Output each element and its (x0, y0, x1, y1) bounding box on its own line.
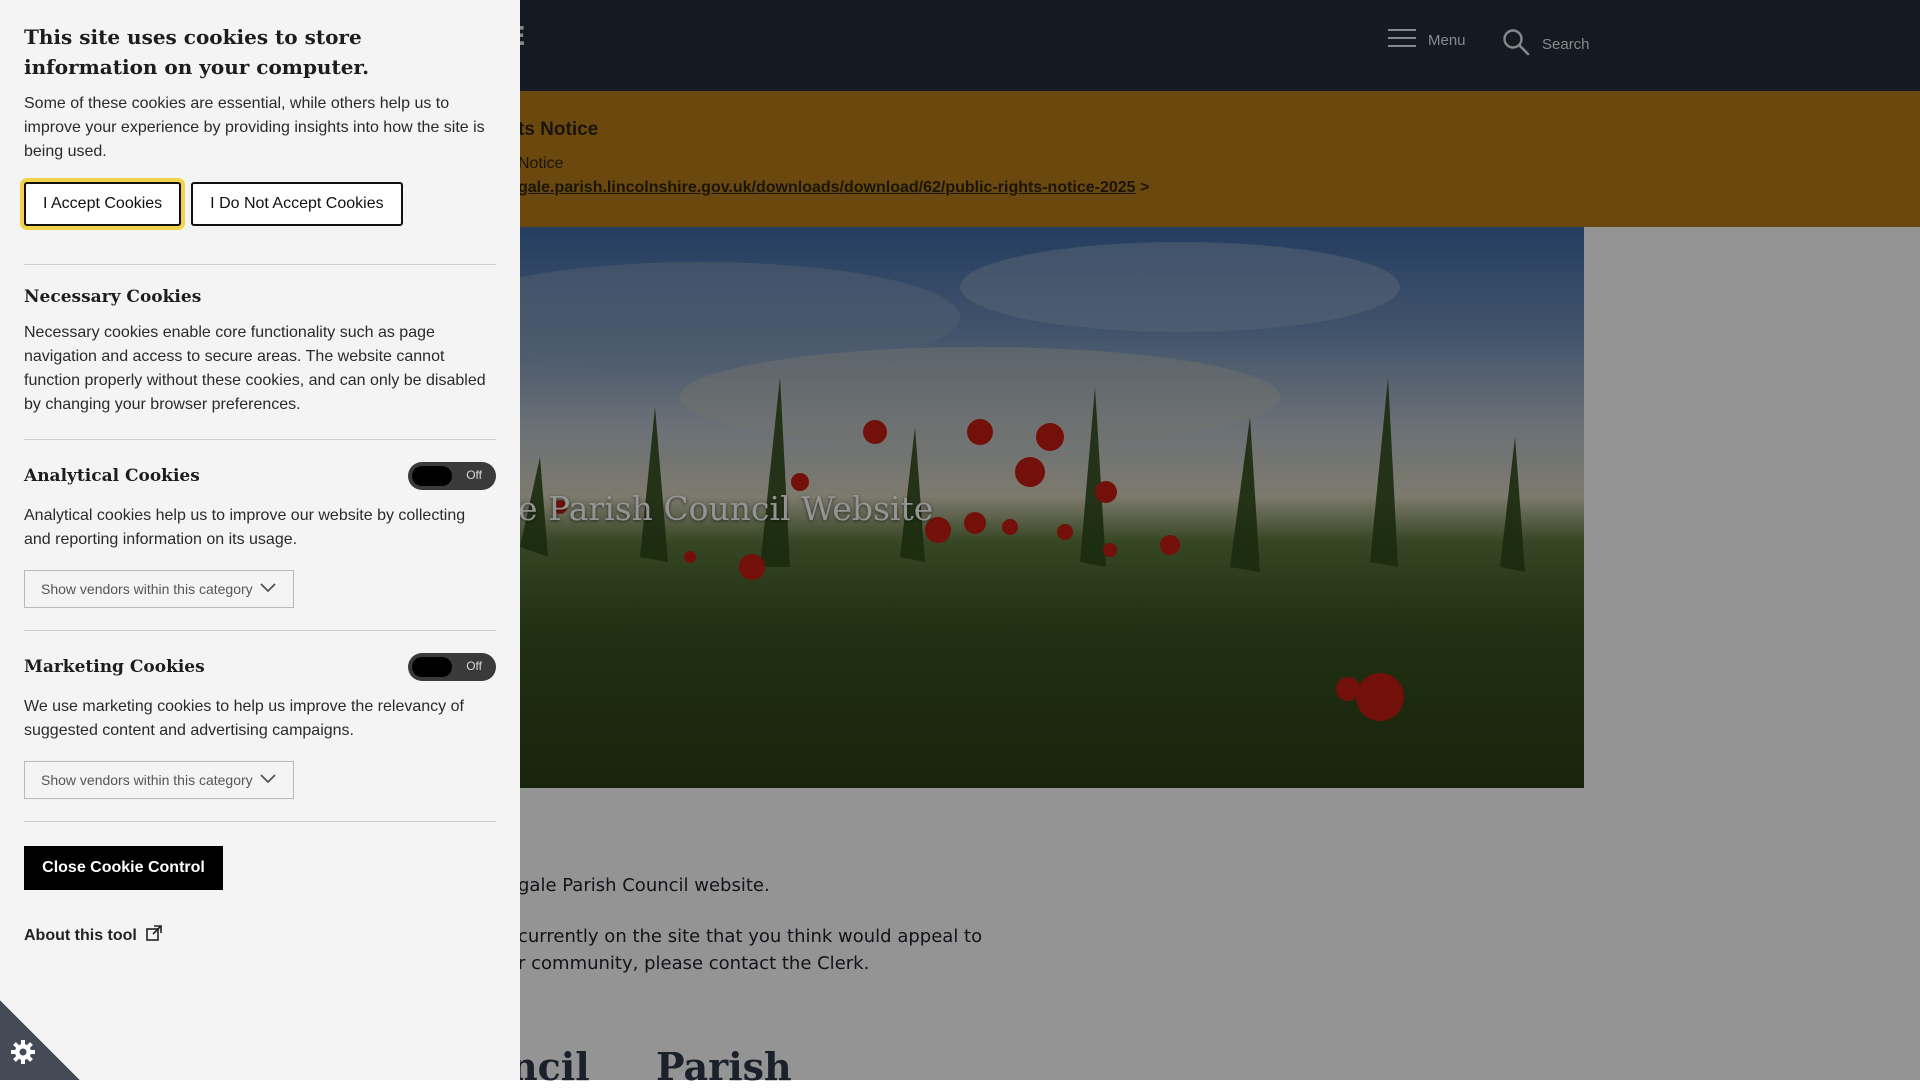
vendor-button-label: Show vendors within this category (41, 581, 253, 597)
about-link-label: About this tool (24, 926, 137, 944)
cookie-panel-title: This site uses cookies to store informat… (24, 25, 370, 79)
cookie-control-panel: This site uses cookies to store informat… (0, 0, 520, 1080)
toggle-knob (412, 657, 452, 677)
necessary-cookies-title: Necessary Cookies (24, 287, 202, 307)
cookie-control-corner-button[interactable] (0, 1000, 80, 1080)
cookie-gear-icon (10, 1039, 36, 1070)
cookie-choice-buttons: I Accept Cookies I Do Not Accept Cookies (24, 182, 496, 226)
analytical-cookies-toggle[interactable]: Off (408, 462, 496, 490)
marketing-vendors-button[interactable]: Show vendors within this category (24, 761, 294, 799)
toggle-state-label: Off (466, 659, 482, 673)
analytical-cookies-title: Analytical Cookies (24, 466, 200, 486)
analytical-vendors-button[interactable]: Show vendors within this category (24, 570, 294, 608)
analytical-cookies-section: Analytical Cookies Off Analytical cookie… (24, 440, 496, 630)
toggle-knob (412, 466, 452, 486)
close-cookie-control-button[interactable]: Close Cookie Control (24, 846, 223, 890)
necessary-cookies-text: Necessary cookies enable core functional… (24, 324, 486, 413)
marketing-cookies-title: Marketing Cookies (24, 657, 205, 677)
vendor-button-label: Show vendors within this category (41, 772, 253, 788)
chevron-down-icon (259, 581, 277, 597)
about-this-tool-link[interactable]: About this tool (24, 924, 496, 947)
reject-cookies-button[interactable]: I Do Not Accept Cookies (191, 182, 403, 226)
cookie-panel-intro: Some of these cookies are essential, whi… (24, 95, 485, 160)
external-link-icon (145, 924, 163, 947)
divider (24, 821, 496, 822)
marketing-cookies-toggle[interactable]: Off (408, 653, 496, 681)
toggle-state-label: Off (466, 468, 482, 482)
marketing-cookies-section: Marketing Cookies Off We use marketing c… (24, 631, 496, 821)
analytical-cookies-text: Analytical cookies help us to improve ou… (24, 507, 466, 548)
necessary-cookies-section: Necessary Cookies Necessary cookies enab… (24, 265, 496, 439)
chevron-down-icon (259, 772, 277, 788)
marketing-cookies-text: We use marketing cookies to help us impr… (24, 698, 464, 739)
accept-cookies-button[interactable]: I Accept Cookies (24, 182, 182, 226)
